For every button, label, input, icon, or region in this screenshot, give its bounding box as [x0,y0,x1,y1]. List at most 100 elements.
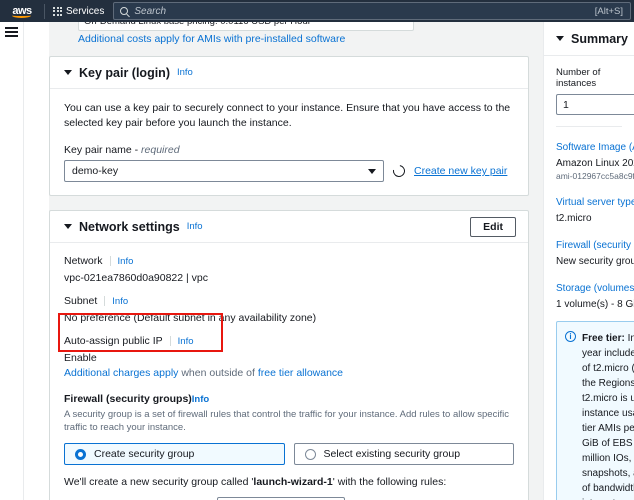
key-pair-card: Key pair (login) Info You can use a key … [49,56,529,196]
create-new-key-pair-link[interactable]: Create new key pair [414,165,507,177]
top-fragment: On-Demand Linux base pricing: 0.0116 USD… [49,22,529,56]
collapse-caret-icon[interactable] [64,224,72,229]
key-pair-info-link[interactable]: Info [177,67,193,78]
radio-create-security-group[interactable]: Create security group [64,443,285,465]
label-separator [169,336,171,346]
key-pair-title: Key pair (login) [79,65,170,80]
free-tier-body: In your first year includes 750 hours of… [582,333,634,500]
pricing-text: On-Demand Linux base pricing: 0.0116 USD… [84,22,311,27]
subnet-label-text: Subnet [64,295,98,307]
summary-firewall-group: Firewall (security group) New security g… [556,235,634,267]
free-tier-allowance-link[interactable]: free tier allowance [258,367,343,379]
security-group-note: We'll create a new security group called… [64,476,514,488]
summary-ami-group: Software Image (AMI) Amazon Linux 2023 A… [556,137,634,181]
aws-top-navigation: aws Services Search [Alt+S] [0,0,634,22]
summary-body: Number of instances 1 Software Image (AM… [544,56,634,500]
firewall-label-text: Firewall (security groups) [64,393,192,405]
collapse-caret-icon[interactable] [556,36,564,41]
network-label: Network Info [64,255,514,267]
left-rail [0,22,24,500]
label-separator [109,256,111,266]
key-pair-header[interactable]: Key pair (login) Info [50,57,528,89]
radio-icon [75,448,86,460]
page-canvas: On-Demand Linux base pricing: 0.0116 USD… [24,22,634,500]
network-settings-info-link[interactable]: Info [187,221,203,232]
key-pair-name-label-text: Key pair name - [64,144,142,156]
subnet-label: Subnet Info [64,295,514,307]
search-shortcut-hint: [Alt+S] [594,5,623,17]
network-info-link[interactable]: Info [118,256,134,267]
edit-button[interactable]: Edit [470,217,516,237]
services-menu-button[interactable]: Services [45,0,112,22]
summary-panel: Summary Number of instances 1 Software I… [543,22,634,500]
summary-firewall-value: New security group [556,256,634,267]
info-circle-icon: i [565,331,576,342]
subnet-info-link[interactable]: Info [112,296,128,307]
key-pair-select[interactable]: demo-key [64,160,384,182]
network-value: vpc-021ea7860d0a90822 | vpc [64,272,209,284]
auto-assign-info-link[interactable]: Info [178,336,194,347]
firewall-label: Firewall (security groups) Info [64,393,514,405]
key-pair-name-label: Key pair name - required [64,144,514,156]
firewall-description: A security group is a set of firewall ru… [64,409,509,433]
summary-ami-key[interactable]: Software Image (AMI) [556,142,634,153]
number-of-instances-input[interactable]: 1 [556,94,634,115]
hamburger-menu-icon[interactable] [5,27,18,37]
summary-header[interactable]: Summary [544,22,634,56]
additional-charges-note: Additional charges apply when outside of… [64,367,514,379]
network-settings-title: Network settings [79,219,180,234]
global-search-input[interactable]: Search [Alt+S] [113,2,631,20]
additional-charges-link[interactable]: Additional charges apply [64,367,178,379]
pricing-readonly-field: On-Demand Linux base pricing: 0.0116 USD… [78,22,414,31]
summary-instance-type-group: Virtual server type (instance type) t2.m… [556,192,634,224]
summary-storage-key[interactable]: Storage (volumes) [556,283,634,294]
auto-assign-public-ip-value: Enable [64,352,97,364]
key-pair-selected-value: demo-key [72,165,119,177]
subnet-field: Subnet Info No preference (Default subne… [64,295,514,324]
radio-select-existing-security-group[interactable]: Select existing security group [293,443,514,465]
additional-charges-mid: when outside of [178,367,258,379]
grid-waffle-icon [53,6,62,16]
key-pair-required-text: required [141,144,180,156]
key-pair-description: You can use a key pair to securely conne… [64,102,511,129]
firewall-info-link[interactable]: Info [192,394,209,405]
summary-instance-type-value: t2.micro [556,213,592,224]
summary-divider [556,126,622,127]
radio-create-label: Create security group [94,448,195,460]
summary-firewall-key[interactable]: Firewall (security group) [556,240,634,251]
network-settings-header[interactable]: Network settings Info Edit [50,211,528,243]
firewall-radio-group: Create security group Select existing se… [64,443,514,465]
chevron-down-icon [368,168,376,174]
summary-instance-type-key[interactable]: Virtual server type (instance type) [556,197,634,208]
services-label: Services [66,5,105,17]
left-gutter [24,22,49,500]
refresh-icon[interactable] [390,162,408,180]
collapse-caret-icon[interactable] [64,70,72,75]
radio-icon [304,448,316,460]
free-tier-callout: i Free tier: In your first year includes… [556,321,634,500]
summary-storage-value: 1 volume(s) - 8 GiB [556,299,634,310]
network-settings-body: Network Info vpc-021ea7860d0a90822 | vpc… [50,243,528,500]
additional-costs-link[interactable]: Additional costs apply for AMIs with pre… [78,33,345,45]
search-placeholder: Search [134,5,167,17]
free-tier-text: Free tier: In your first year includes 7… [582,331,634,500]
network-label-text: Network [64,255,103,267]
auto-assign-public-ip-field: Auto-assign public IP Info Enable [64,335,514,364]
network-field: Network Info vpc-021ea7860d0a90822 | vpc [64,255,514,284]
aws-logo[interactable]: aws [0,0,44,22]
radio-select-label: Select existing security group [323,448,461,460]
summary-ami-id: ami-012967cc5a8c9f891 [556,171,634,181]
number-of-instances-value: 1 [563,98,569,111]
auto-assign-public-ip-label: Auto-assign public IP Info [64,335,514,347]
search-icon [120,7,129,15]
free-tier-title: Free tier: [582,333,625,344]
summary-storage-group: Storage (volumes) 1 volume(s) - 8 GiB [556,278,634,310]
main-column: On-Demand Linux base pricing: 0.0116 USD… [49,22,529,500]
number-of-instances-label: Number of instances [556,67,601,89]
label-separator [104,296,106,306]
aws-smile-icon [12,13,31,18]
network-settings-card: Network settings Info Edit Network Info … [49,210,529,500]
key-pair-controls-row: demo-key Create new key pair [64,160,514,182]
sg-note-name: launch-wizard-1 [253,476,333,488]
sg-note-suffix: ' with the following rules: [332,476,447,488]
